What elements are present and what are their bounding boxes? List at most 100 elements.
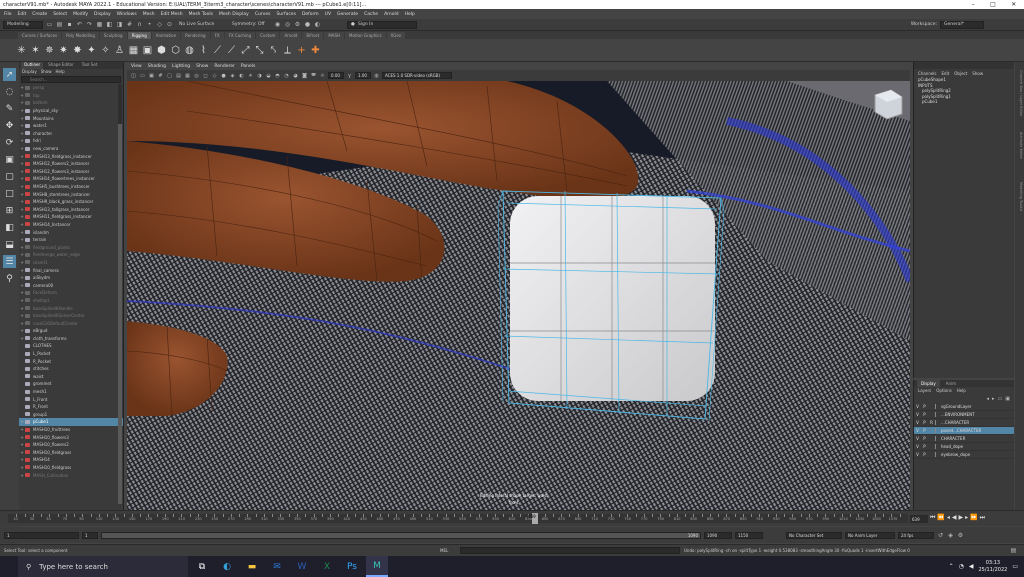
- outliner-item[interactable]: + FaceDeform: [19, 289, 123, 297]
- select-component-icon[interactable]: ◨: [116, 21, 123, 28]
- menuset-dropdown[interactable]: Modelling: [3, 20, 43, 29]
- outliner-item[interactable]: + new_camera: [19, 145, 123, 153]
- viewport-menu-panels[interactable]: Panels: [241, 64, 255, 69]
- maya-icon[interactable]: M: [366, 556, 388, 577]
- outliner-item[interactable]: + MASH5_bushtrees_instancer: [19, 183, 123, 191]
- outliner-layout-icon[interactable]: ☰: [3, 255, 16, 268]
- outliner-item[interactable]: + MASH12_flowers2_instancer: [19, 160, 123, 168]
- render-icon[interactable]: ◉: [274, 21, 281, 28]
- channel-menu-show[interactable]: Show: [972, 71, 983, 76]
- outliner-item[interactable]: + fieldground_plants: [19, 243, 123, 251]
- safe-action-icon[interactable]: ◻: [202, 72, 209, 79]
- outliner-item[interactable]: + MASH14: [19, 456, 123, 464]
- outliner-item[interactable]: + MASH14_flowertrees_instancer: [19, 175, 123, 183]
- bind-skin-icon[interactable]: ⬢: [156, 43, 167, 57]
- shelf-tab-mash[interactable]: MASH: [324, 32, 345, 39]
- gamma-field[interactable]: 1.00: [355, 72, 371, 79]
- taskbar-search[interactable]: ⚲ Type here to search: [18, 556, 188, 577]
- outliner-item[interactable]: + MASH10_fieldgrass: [19, 464, 123, 472]
- resolution-gate-icon[interactable]: ▤: [175, 72, 182, 79]
- menu-cache[interactable]: Cache: [364, 12, 378, 17]
- chevron-up-icon[interactable]: ⌃: [949, 563, 954, 570]
- ik-spline-icon[interactable]: ✵: [44, 43, 55, 57]
- layer-row[interactable]: V Pposed...CHARACTER: [914, 427, 1014, 435]
- outliner-item[interactable]: + cloth_transforms: [19, 335, 123, 343]
- layer-visibility-toggle[interactable]: V: [914, 412, 921, 417]
- photoshop-icon[interactable]: Ps: [341, 556, 363, 577]
- outliner-item[interactable]: grommet: [19, 380, 123, 388]
- outliner-item[interactable]: mesh1: [19, 388, 123, 396]
- outliner-scroll-thumb[interactable]: [118, 124, 122, 504]
- tab-attribute-editor[interactable]: Attribute Editor: [1016, 132, 1023, 159]
- scale-constraint-icon[interactable]: ⤡: [254, 43, 265, 57]
- orient-joint-icon[interactable]: ✦: [86, 43, 97, 57]
- menu-surfaces[interactable]: Surfaces: [276, 12, 296, 17]
- loop-icon[interactable]: ↺: [937, 532, 944, 539]
- field-chart-icon[interactable]: ◎: [193, 72, 200, 79]
- outliner-item[interactable]: + top: [19, 92, 123, 100]
- layer-row[interactable]: V PsgGroundLayer: [914, 403, 1014, 411]
- outliner-item[interactable]: + baseSplineIKHandle: [19, 304, 123, 312]
- menu-edit[interactable]: Edit: [18, 12, 27, 17]
- single-view-icon[interactable]: □: [3, 187, 16, 200]
- paint-select-icon[interactable]: ✎: [3, 102, 16, 115]
- outliner-menu-help[interactable]: Help: [56, 69, 65, 75]
- menu-deform[interactable]: Deform: [302, 12, 319, 17]
- outliner-item[interactable]: + baseSplineIKSolverCenter: [19, 312, 123, 320]
- humanik-icon[interactable]: ✧: [100, 43, 111, 57]
- outliner-item[interactable]: L_Pocket: [19, 350, 123, 358]
- select-hierarchy-icon[interactable]: ▦: [96, 21, 103, 28]
- outliner-item[interactable]: + islandm: [19, 228, 123, 236]
- outliner-item[interactable]: + terrain: [19, 236, 123, 244]
- render-settings-icon[interactable]: ⚙: [294, 21, 301, 28]
- step-back-key-icon[interactable]: ⏪: [937, 514, 944, 522]
- workspace-dropdown[interactable]: General*: [940, 20, 984, 29]
- color-management-icon[interactable]: ◍: [373, 72, 380, 79]
- save-scene-icon[interactable]: ▪: [66, 21, 73, 28]
- menu-edit-mesh[interactable]: Edit Mesh: [161, 12, 183, 17]
- play-backwards-icon[interactable]: ◀: [952, 514, 957, 522]
- step-back-icon[interactable]: ◂: [947, 514, 950, 522]
- command-input[interactable]: [460, 547, 680, 554]
- tab-display-layers[interactable]: Display: [917, 380, 940, 387]
- clock[interactable]: 03:13 25/11/2022: [979, 560, 1008, 574]
- layer-visibility-toggle[interactable]: V: [914, 444, 921, 449]
- outliner-item[interactable]: + final_camera: [19, 266, 123, 274]
- start-frame-field[interactable]: 1: [4, 531, 79, 539]
- script-language[interactable]: MEL: [440, 548, 460, 553]
- parent-constraint-icon[interactable]: ⤣: [268, 43, 279, 57]
- layer-playback-toggle[interactable]: P: [921, 444, 928, 449]
- menu-file[interactable]: File: [4, 12, 12, 17]
- viewport-persp[interactable]: [127, 81, 910, 510]
- outliner-item[interactable]: + MASH10_flowers3: [19, 433, 123, 441]
- shelf-tab-fx-caching[interactable]: FX Caching: [224, 32, 256, 39]
- shelf-tab-rendering[interactable]: Rendering: [181, 32, 210, 39]
- channel-menu-edit[interactable]: Edit: [942, 71, 950, 76]
- film-gate-icon[interactable]: ▢: [166, 72, 173, 79]
- bookmark-icon[interactable]: ▭: [139, 72, 146, 79]
- time-ruler[interactable]: 10 30 50 70 90 110 130 150 170 190 210 230 250 270 290…: [8, 514, 908, 523]
- ik-handle-icon[interactable]: ✶: [30, 43, 41, 57]
- shelf-tab-custom[interactable]: Custom: [256, 32, 280, 39]
- layer-menu-help[interactable]: Help: [957, 388, 966, 393]
- rotate-tool-icon[interactable]: ⟳: [3, 136, 16, 149]
- layer-reference-toggle[interactable]: R: [928, 420, 935, 425]
- menu-generate[interactable]: Generate: [337, 12, 358, 17]
- excel-icon[interactable]: X: [316, 556, 338, 577]
- signin-dropdown[interactable]: ● Sign In: [347, 20, 417, 29]
- scale-tool-icon[interactable]: ▣: [3, 153, 16, 166]
- outliner-item[interactable]: L_Front: [19, 395, 123, 403]
- outliner-item[interactable]: waist: [19, 373, 123, 381]
- anim-layer-dropdown[interactable]: No Anim Layer: [845, 531, 895, 539]
- smooth-shade-icon[interactable]: ●: [220, 72, 227, 79]
- outliner-item[interactable]: + Mountains: [19, 114, 123, 122]
- layer-playback-toggle[interactable]: P: [921, 412, 928, 417]
- arnold-render-icon[interactable]: ◐: [314, 21, 321, 28]
- outliner-item[interactable]: + MASH11_fieldgrass_instancer: [19, 213, 123, 221]
- task-view-icon[interactable]: ⧉: [191, 556, 213, 577]
- network-icon[interactable]: ◔: [959, 563, 964, 570]
- live-surface-icon[interactable]: ⊙: [166, 21, 173, 28]
- outliner-item[interactable]: + MASH8_stemtrees_instancer: [19, 190, 123, 198]
- exposure-field[interactable]: 0.00: [328, 72, 344, 79]
- viewport-menu-lighting[interactable]: Lighting: [172, 64, 190, 69]
